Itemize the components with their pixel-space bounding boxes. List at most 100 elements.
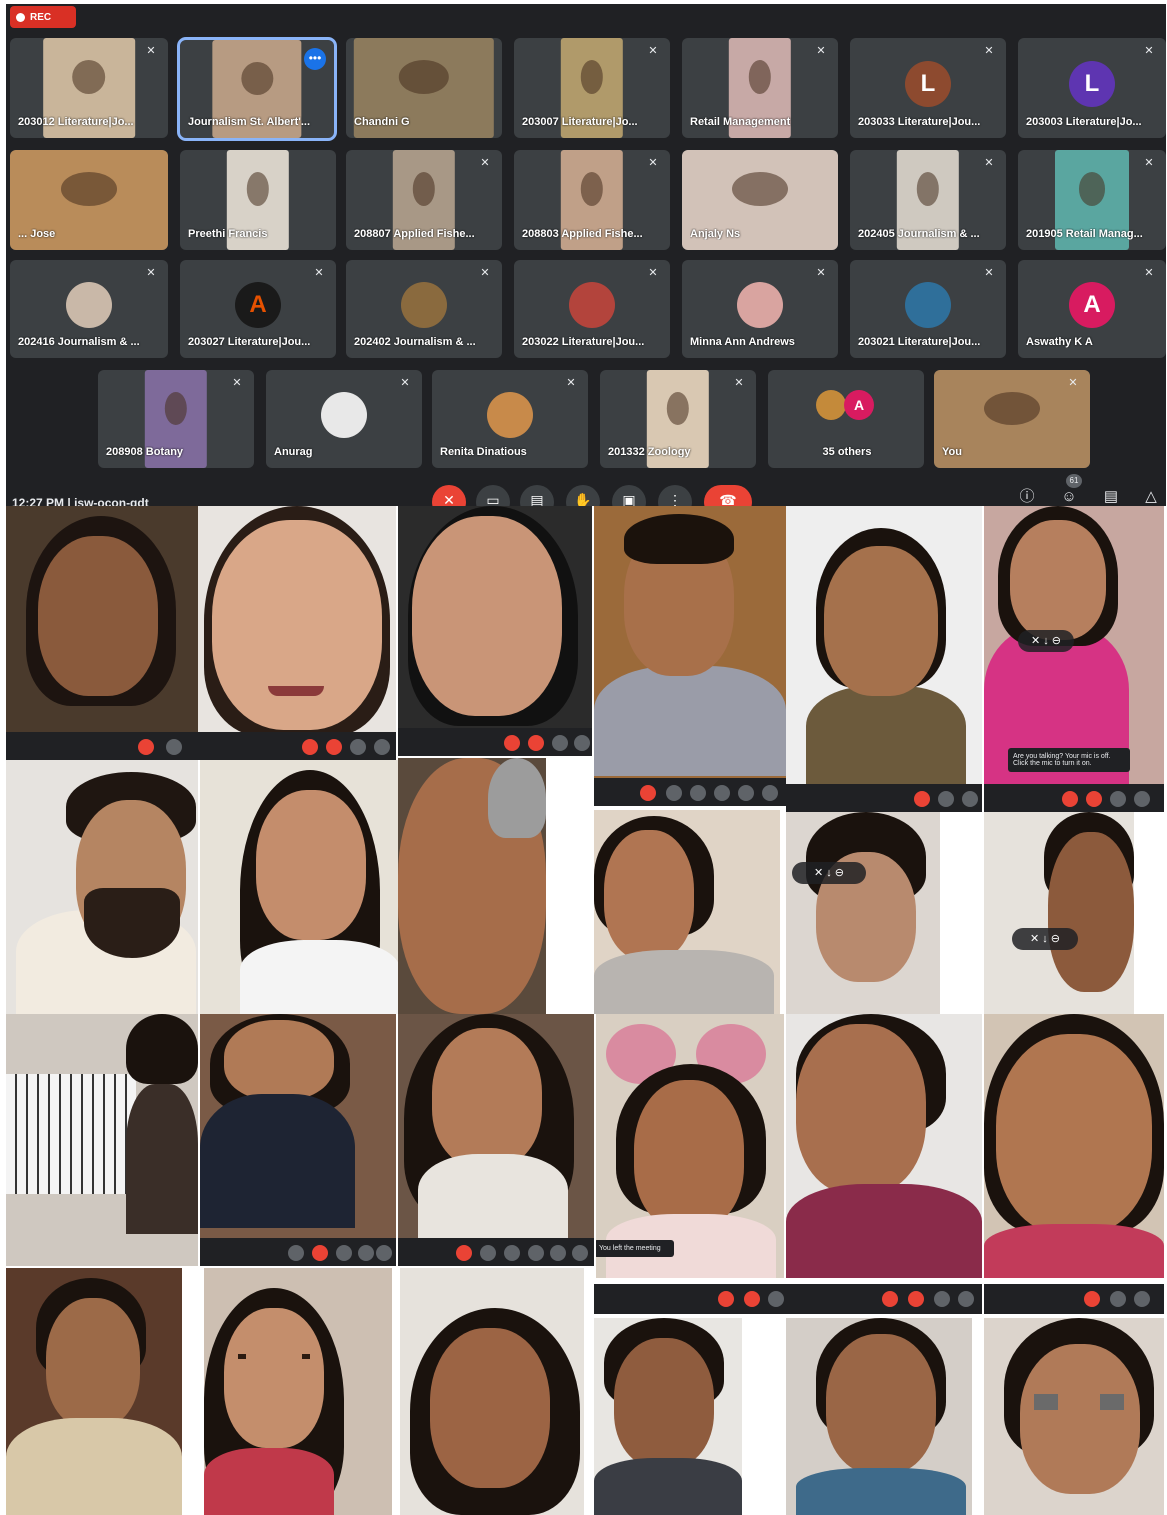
mic-off-icon[interactable]	[138, 739, 154, 755]
participant-tile[interactable]: ✕ 203007 Literature|Jo...	[514, 38, 670, 138]
mic-off-toast[interactable]: Are you talking? Your mic is off. Click …	[1008, 748, 1130, 772]
others-tile[interactable]: A 35 others	[768, 370, 924, 468]
mic-off-icon: ✕	[648, 267, 658, 279]
end-call-icon[interactable]: ☎	[704, 485, 752, 506]
present-icon[interactable]	[738, 785, 754, 801]
captions-icon[interactable]	[350, 739, 366, 755]
mic-off-icon[interactable]	[312, 1245, 328, 1261]
video-frame	[200, 1014, 396, 1266]
mic-off-icon[interactable]	[528, 735, 544, 751]
more-icon[interactable]: ⋮	[658, 485, 692, 506]
participant-tile[interactable]: A ✕ 203027 Literature|Jou...	[180, 260, 336, 358]
participant-tile[interactable]: ✕ 201905 Retail Manag...	[1018, 150, 1166, 250]
captions-icon[interactable]	[934, 1291, 950, 1307]
present-icon[interactable]	[550, 1245, 566, 1261]
participant-tile[interactable]: L ✕ 203003 Literature|Jo...	[1018, 38, 1166, 138]
participant-tile[interactable]: ✕ Retail Management	[682, 38, 838, 138]
captions-icon[interactable]	[552, 735, 568, 751]
mic-off-icon[interactable]	[326, 739, 342, 755]
self-view-controls[interactable]: ✕ ↓ ⊖	[792, 862, 866, 884]
present-icon[interactable]	[376, 1245, 392, 1261]
participant-tile[interactable]: ✕ Anurag	[266, 370, 422, 468]
raise-hand-icon[interactable]	[374, 739, 390, 755]
participant-tile[interactable]: ✕ 208803 Applied Fishe...	[514, 150, 670, 250]
raise-hand-icon[interactable]	[714, 785, 730, 801]
participant-name: 203003 Literature|Jo...	[1026, 116, 1142, 128]
participant-tile[interactable]: Anjaly Ns	[682, 150, 838, 250]
video-frame: ✕ ↓ ⊖ Are you talking? Your mic is off. …	[984, 506, 1164, 812]
participant-tile[interactable]: ••• Journalism St. Albert'...	[177, 37, 337, 141]
captions-icon[interactable]	[1110, 791, 1126, 807]
participant-tile[interactable]: ✕ 202416 Journalism & ...	[10, 260, 168, 358]
participant-tile[interactable]: ✕ 208908 Botany	[98, 370, 254, 468]
camera-icon[interactable]	[666, 785, 682, 801]
participant-name: 203027 Literature|Jou...	[188, 336, 311, 348]
mic-off-icon[interactable]	[908, 1291, 924, 1307]
more-icon[interactable]	[572, 1245, 588, 1261]
mic-off-icon[interactable]	[456, 1245, 472, 1261]
participant-tile[interactable]: ✕ 203021 Literature|Jou...	[850, 260, 1006, 358]
captions-icon[interactable]	[768, 1291, 784, 1307]
camera-icon[interactable]	[480, 1245, 496, 1261]
participant-tile[interactable]: ✕ 202405 Journalism & ...	[850, 150, 1006, 250]
camera-icon[interactable]	[288, 1245, 304, 1261]
captions-icon[interactable]	[1134, 1291, 1150, 1307]
self-view-controls[interactable]: ✕ ↓ ⊖	[1012, 928, 1078, 950]
raise-hand-icon[interactable]	[358, 1245, 374, 1261]
activities-icon[interactable]: △	[1142, 488, 1160, 506]
people-icon[interactable]: ☺	[1060, 488, 1078, 506]
participant-tile[interactable]: ✕ 202402 Journalism & ...	[346, 260, 502, 358]
info-icon[interactable]: ⓘ	[1018, 488, 1036, 506]
camera-icon[interactable]	[938, 791, 954, 807]
raise-hand-icon[interactable]	[1134, 791, 1150, 807]
mic-off-icon[interactable]	[718, 1291, 734, 1307]
mic-off-icon[interactable]	[744, 1291, 760, 1307]
video-frame	[398, 758, 546, 1014]
participant-face	[224, 1020, 334, 1100]
mic-off-icon[interactable]	[1084, 1291, 1100, 1307]
more-icon[interactable]	[762, 785, 778, 801]
mic-off-icon[interactable]	[1086, 791, 1102, 807]
self-view-controls[interactable]: ✕ ↓ ⊖	[1018, 630, 1074, 652]
present-icon[interactable]: ▣	[612, 485, 646, 506]
participant-avatar	[66, 282, 112, 329]
participant-tile[interactable]: Chandni G	[346, 38, 502, 138]
camera-icon[interactable]	[1110, 1291, 1126, 1307]
raise-hand-icon[interactable]	[528, 1245, 544, 1261]
participant-tile[interactable]: ✕ Minna Ann Andrews	[682, 260, 838, 358]
captions-icon[interactable]	[690, 785, 706, 801]
mic-off-icon[interactable]	[504, 735, 520, 751]
mic-off-icon: ✕	[984, 45, 994, 57]
raise-hand-icon[interactable]	[958, 1291, 974, 1307]
mic-off-icon: ✕	[232, 377, 242, 389]
camera-icon[interactable]	[166, 739, 182, 755]
mic-off-icon[interactable]	[302, 739, 318, 755]
participant-tile[interactable]: ✕ 208807 Applied Fishe...	[346, 150, 502, 250]
mic-off-icon[interactable]: ✕	[432, 485, 466, 506]
mic-off-icon[interactable]	[1062, 791, 1078, 807]
participant-tile[interactable]: ✕ 201332 Zoology	[600, 370, 756, 468]
raise-hand-icon[interactable]: ✋	[566, 485, 600, 506]
participant-tile[interactable]: ✕ 203012 Literature|Jo...	[10, 38, 168, 138]
participant-tile[interactable]: ... Jose	[10, 150, 168, 250]
camera-icon[interactable]: ▭	[476, 485, 510, 506]
mic-off-icon: ✕	[984, 267, 994, 279]
raise-hand-icon[interactable]	[574, 735, 590, 751]
mic-off-icon[interactable]	[640, 785, 656, 801]
participant-tile[interactable]: ✕ Renita Dinatious	[432, 370, 588, 468]
chat-icon[interactable]: ▤	[1102, 488, 1120, 506]
participant-tile[interactable]: ✕ 203022 Literature|Jou...	[514, 260, 670, 358]
more-options-icon[interactable]: •••	[304, 48, 326, 70]
participant-tile[interactable]: A ✕ Aswathy K A	[1018, 260, 1166, 358]
self-tile[interactable]: ✕ You	[934, 370, 1090, 468]
participant-figure	[786, 1184, 982, 1278]
captions-icon[interactable]	[336, 1245, 352, 1261]
mic-off-icon[interactable]	[914, 791, 930, 807]
recording-badge: REC	[10, 6, 76, 28]
captions-icon[interactable]	[504, 1245, 520, 1261]
captions-icon[interactable]	[962, 791, 978, 807]
participant-tile[interactable]: Preethi Francis	[180, 150, 336, 250]
captions-icon[interactable]: ▤	[520, 485, 554, 506]
mic-off-icon[interactable]	[882, 1291, 898, 1307]
participant-tile[interactable]: L ✕ 203033 Literature|Jou...	[850, 38, 1006, 138]
